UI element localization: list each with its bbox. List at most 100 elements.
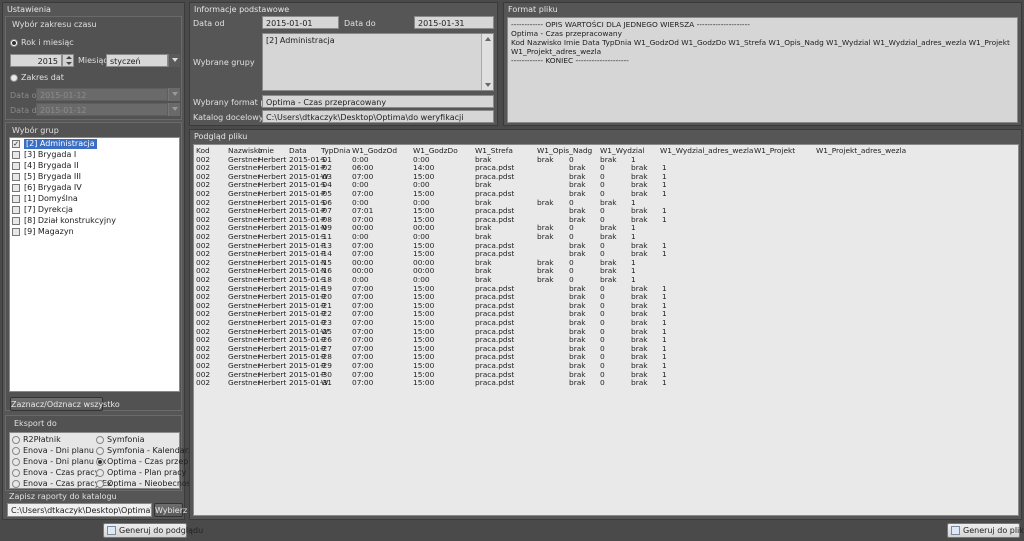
info-date-to-label: Data do (344, 19, 376, 28)
preview-cell: brak (537, 197, 554, 207)
range-date-to-dropdown[interactable] (168, 103, 180, 116)
export-group: Eksport do R2Płatnik Enova - Dni planu E… (5, 415, 201, 491)
info-date-from-value: 2015-01-01 (262, 16, 339, 29)
checkbox[interactable] (12, 195, 20, 203)
preview-header-cell: W1_Projekt (754, 146, 796, 155)
radio[interactable] (96, 480, 104, 488)
radio[interactable] (96, 469, 104, 477)
preview-header-cell: W1_Projekt_adres_wezla (816, 146, 907, 155)
radio[interactable] (12, 458, 20, 466)
year-month-radio[interactable] (10, 39, 18, 47)
preview-cell: 0 (600, 378, 605, 388)
preview-icon (107, 526, 116, 535)
year-month-label[interactable]: Rok i miesiąc (21, 38, 74, 47)
format-line: W1_Projekt_adres_wezla (511, 47, 602, 56)
checkbox[interactable] (12, 228, 20, 236)
basic-info-panel: Informacje podstawowe Data od 2015-01-01… (189, 2, 498, 126)
preview-header-cell: W1_Wydzial_adres_wezla (660, 146, 754, 155)
range-date-from-dropdown[interactable] (168, 88, 180, 101)
radio[interactable] (96, 458, 104, 466)
info-groups-label: Wybrane grupy (193, 58, 255, 67)
checkbox[interactable] (12, 151, 20, 159)
toggle-all-button[interactable]: Zaznacz/Odznacz wszystko (10, 397, 120, 411)
chevron-down-icon (172, 107, 178, 111)
preview-cell: brak (537, 232, 554, 241)
preview-cell: 07:00 (352, 378, 374, 388)
date-range-label[interactable]: Zakres dat (21, 73, 64, 82)
year-spinner[interactable] (62, 54, 74, 67)
month-dropdown-button[interactable] (168, 54, 180, 67)
info-format-value: Optima - Czas przepracowany (262, 95, 494, 108)
radio[interactable] (96, 436, 104, 444)
preview-cell: Herbert (258, 378, 287, 388)
basic-info-title: Informacje podstawowe (194, 5, 290, 14)
file-format-panel: Format pliku ------------ OPIS WARTOŚCI … (503, 2, 1022, 126)
format-line: ------------ KONIEC -------------------- (511, 56, 629, 65)
file-format-description: ------------ OPIS WARTOŚCI DLA JEDNEGO W… (507, 17, 1018, 123)
spin-down-icon[interactable] (66, 62, 72, 65)
format-line: ------------ OPIS WARTOŚCI DLA JEDNEGO W… (511, 20, 750, 29)
generate-preview-button[interactable]: Generuj do podglądu (103, 523, 203, 538)
file-format-title: Format pliku (508, 5, 558, 14)
preview-cell: 1 (662, 189, 667, 198)
range-date-from-input[interactable]: 2015-01-12 (36, 88, 168, 101)
settings-panel: Ustawienia Wybór zakresu czasu Rok i mie… (2, 2, 201, 520)
preview-cell: 1 (662, 249, 667, 259)
time-range-title: Wybór zakresu czasu (12, 20, 97, 29)
save-dir-label: Zapisz raporty do katalogu (9, 492, 117, 501)
file-preview-text[interactable]: Kod Nazwisko Imie Data TypDnia W1_GodzOd W1_Go… (193, 144, 1019, 516)
generate-preview-label: Generuj do podglądu (119, 526, 204, 535)
scroll-up-icon[interactable] (485, 37, 491, 41)
info-groups-list[interactable]: [2] Administracja (262, 33, 494, 91)
radio[interactable] (12, 469, 20, 477)
checkbox[interactable] (12, 173, 20, 181)
radio[interactable] (96, 447, 104, 455)
info-dir-value: C:\Users\dtkaczyk\Desktop\Optima\do wery… (262, 110, 494, 123)
checkbox[interactable] (12, 162, 20, 170)
info-date-from-label: Data od (193, 19, 225, 28)
export-title: Eksport do (14, 419, 57, 428)
preview-cell: brak (631, 378, 648, 388)
preview-cell: praca.pdst (475, 378, 515, 388)
save-dir-input[interactable]: C:\Users\dtkaczyk\Desktop\Optima\do wery… (7, 503, 152, 517)
info-dir-label: Katalog docelowy (193, 113, 264, 122)
preview-cell: 1 (662, 378, 667, 388)
month-label: Miesiąc (78, 56, 108, 65)
preview-cell: brak (537, 154, 554, 164)
preview-cell: 002 (196, 378, 211, 388)
browse-button[interactable]: Wybierz (154, 503, 187, 517)
month-select[interactable]: styczeń (106, 54, 168, 67)
generate-file-button[interactable]: Generuj do pliku (947, 523, 1024, 538)
chevron-down-icon (172, 92, 178, 96)
year-input[interactable]: 2015 (10, 54, 62, 67)
preview-cell: 15:00 (413, 378, 435, 388)
radio[interactable] (12, 436, 20, 444)
groups-list[interactable]: ✓ [2] Administracja [3] Brygada I [4] Br… (9, 137, 180, 392)
checkbox[interactable] (12, 206, 20, 214)
preview-cell: W (321, 378, 329, 388)
save-icon (951, 526, 960, 535)
file-preview-panel: Podgląd pliku Kod Nazwisko Imie Data TypDnia… (189, 129, 1022, 520)
spin-up-icon[interactable] (66, 56, 72, 59)
checkbox[interactable] (12, 217, 20, 225)
groups-scrollbar[interactable] (481, 34, 493, 90)
file-preview-title: Podgląd pliku (194, 132, 248, 141)
radio[interactable] (12, 447, 20, 455)
range-date-to-input[interactable]: 2015-01-12 (36, 103, 168, 116)
radio[interactable] (12, 480, 20, 488)
format-line: Kod Nazwisko Imie Data TypDnia W1_GodzOd… (511, 38, 1010, 47)
info-date-to-value: 2015-01-31 (414, 16, 494, 29)
groups-group: Wybór grup ✓ [2] Administracja [3] Bryga… (5, 122, 182, 411)
preview-cell: 1 (662, 214, 667, 224)
format-line: Optima - Czas przepracowany (511, 29, 622, 38)
preview-cell: brak (537, 275, 554, 284)
settings-title: Ustawienia (7, 5, 51, 14)
preview-cell: brak (569, 378, 586, 388)
scroll-down-icon[interactable] (485, 83, 491, 87)
checkbox[interactable] (12, 184, 20, 192)
date-range-radio[interactable] (10, 74, 18, 82)
export-options: R2Płatnik Enova - Dni planu Enova - Dni … (9, 432, 201, 489)
chevron-down-icon (172, 58, 178, 62)
generate-file-label: Generuj do pliku (963, 526, 1024, 535)
checkbox[interactable]: ✓ (12, 140, 20, 148)
